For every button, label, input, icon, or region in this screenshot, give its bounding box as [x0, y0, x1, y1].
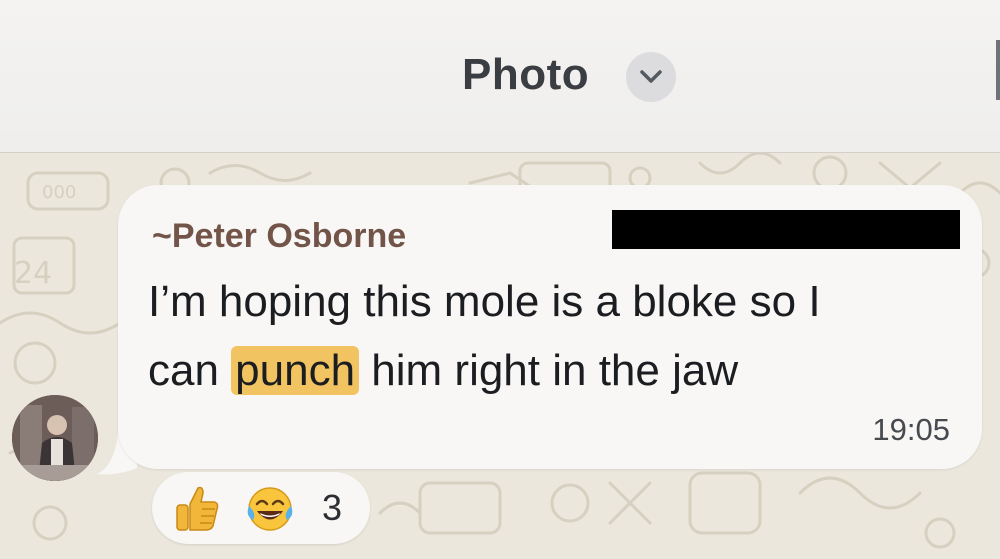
window-edge [996, 40, 1000, 100]
message-timestamp: 19:05 [872, 412, 950, 447]
top-bar: Photo [0, 0, 1000, 153]
header-menu-button[interactable] [626, 52, 676, 102]
highlighted-word: punch [231, 346, 360, 395]
svg-text:24: 24 [14, 256, 52, 291]
reaction-count: 3 [322, 487, 343, 528]
message-text-line-1: I’m hoping this mole is a bloke so I [148, 277, 821, 326]
message-bubble[interactable]: ~Peter Osborne I’m hoping this mole is a… [118, 185, 982, 469]
chevron-down-icon [640, 70, 662, 83]
reactions-pill[interactable]: 3 [152, 472, 370, 544]
avatar-photo [12, 395, 98, 481]
face-with-tears-of-joy-icon [247, 487, 293, 531]
message-text-after-highlight: him right in the jaw [359, 346, 739, 395]
redacted-phone-number [612, 210, 960, 249]
thumbs-up-icon [176, 486, 219, 531]
message-text-line-2: can punch him right in the jaw [148, 346, 738, 396]
sender-name[interactable]: ~Peter Osborne [152, 217, 406, 256]
sender-avatar[interactable] [12, 395, 98, 481]
message-text-before-highlight: can [148, 346, 232, 395]
svg-text:000: 000 [42, 182, 76, 203]
header-title: Photo [462, 50, 590, 99]
